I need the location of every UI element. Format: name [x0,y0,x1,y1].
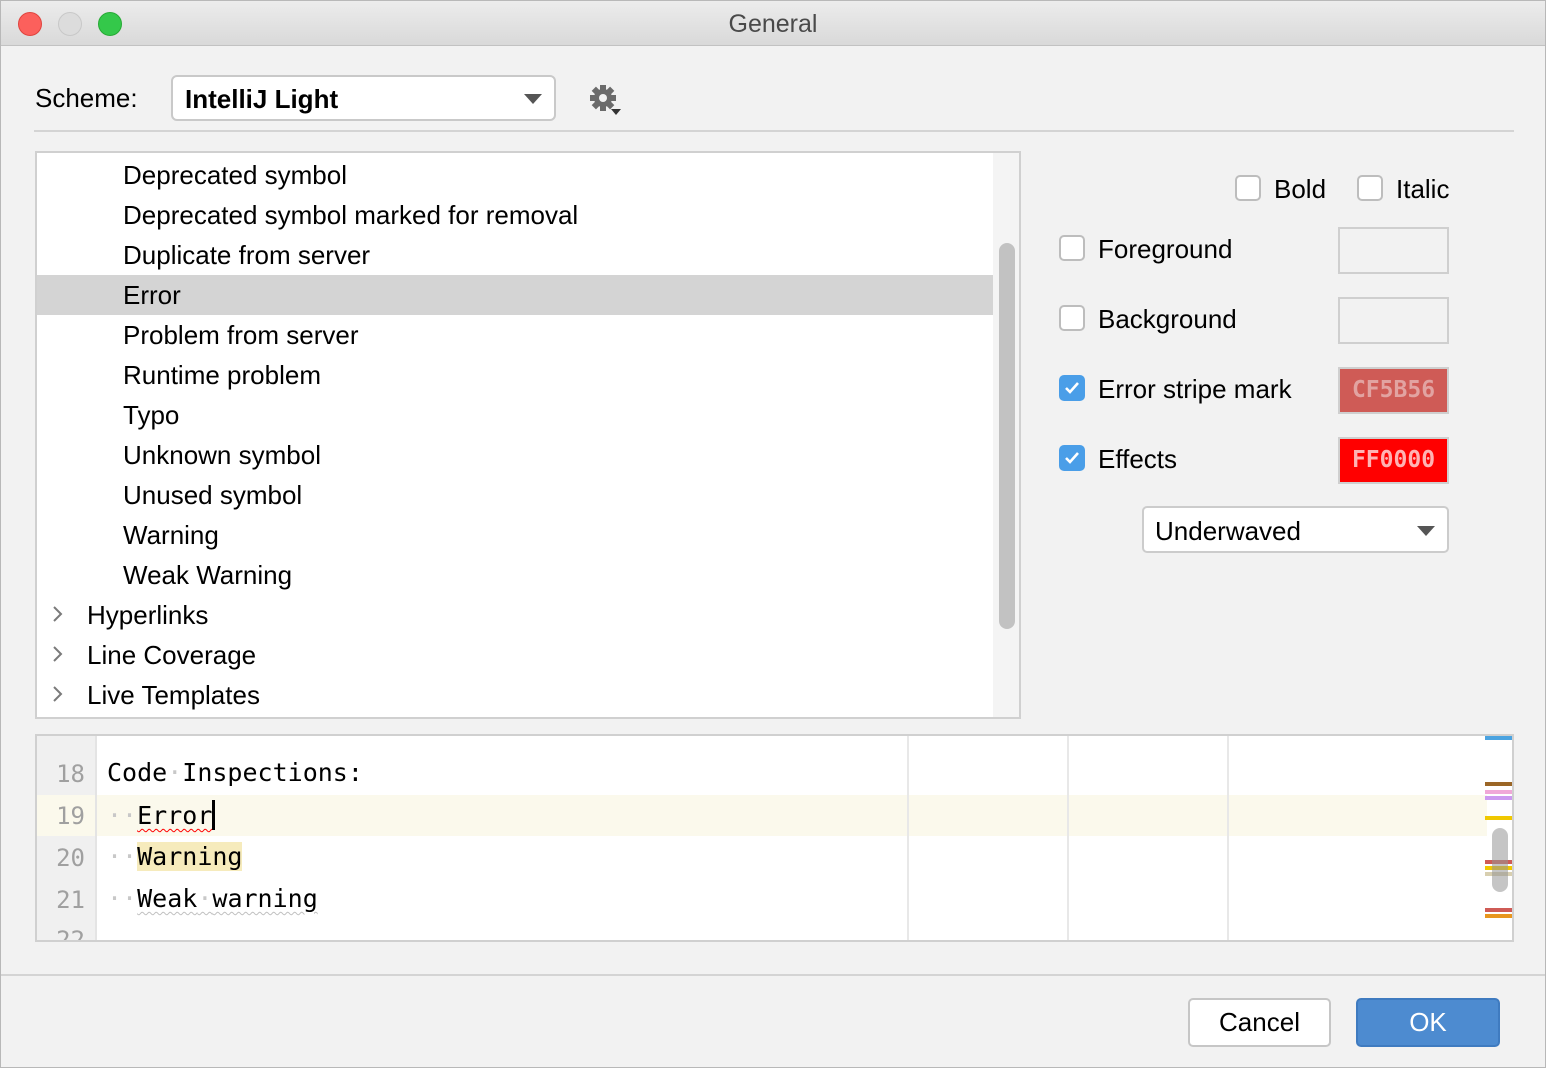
tree-item[interactable]: Typo [37,395,993,435]
scheme-label: Scheme: [35,83,138,113]
separator [1,974,1545,976]
code-line: Code·Inspections: [107,758,363,787]
checkmark-icon [1065,382,1079,394]
right-margin-guide [907,736,909,940]
error-stripe-marker[interactable] [1485,908,1512,912]
tree-item-label: Error [123,280,181,310]
effect-type-value: Underwaved [1155,516,1301,546]
scheme-dropdown-value: IntelliJ Light [185,84,339,114]
foreground-checkbox[interactable] [1059,235,1085,261]
effects-color-swatch[interactable]: FF0000 [1338,437,1449,484]
tree-scrollbar-thumb[interactable] [999,243,1015,629]
tree-item[interactable]: Deprecated symbol marked for removal [37,195,993,235]
ok-button[interactable]: OK [1356,998,1500,1047]
dialog-window: General Scheme: IntelliJ Light Deprecate… [0,0,1546,1068]
effect-type-dropdown[interactable]: Underwaved [1142,506,1449,553]
tree-item[interactable]: Duplicate from server [37,235,993,275]
weak-warning-token: Weak·warning [137,884,318,913]
preview-editor[interactable]: 17 18 19 20 21 22 Code·Inspections: ··Er… [35,734,1514,942]
chevron-down-icon [524,94,542,104]
error-stripe-marker[interactable] [1485,790,1512,794]
tree-item[interactable]: Weak Warning [37,555,993,595]
text-caret [212,800,216,830]
tree-item-label: Weak Warning [123,560,293,590]
window-title: General [728,10,818,38]
visual-guide [1067,736,1069,940]
foreground-label: Foreground [1098,234,1233,264]
effects-label: Effects [1098,444,1178,474]
code-line: ··Warning [107,842,243,871]
tree-item-label: Problem from server [123,320,359,350]
line-number: 20 [56,844,85,872]
tree-item-label: Live Templates [87,680,260,710]
italic-checkbox[interactable] [1357,175,1383,201]
checkmark-icon [1065,452,1079,464]
line-number: 17 [37,736,85,742]
tree-item-label: Runtime problem [123,360,321,390]
error-stripe-color-swatch[interactable]: CF5B56 [1338,367,1449,414]
tree-item[interactable]: Unused symbol [37,475,993,515]
background-color-swatch[interactable] [1338,297,1449,344]
foreground-color-swatch[interactable] [1338,227,1449,274]
cancel-button[interactable]: Cancel [1188,998,1331,1047]
tree-item[interactable]: Error [37,275,993,315]
error-stripe-marker[interactable] [1485,816,1512,820]
error-stripe-marker[interactable] [1485,914,1512,918]
line-number: 19 [56,802,85,830]
separator [34,130,1514,132]
tree-item-label: Duplicate from server [123,240,371,270]
tree-item[interactable]: Deprecated symbol [37,155,993,195]
error-stripe-marker[interactable] [1485,736,1512,740]
tree-item-label: Typo [123,400,180,430]
tree-item-label: Unused symbol [123,480,303,510]
error-stripe-label: Error stripe mark [1098,374,1292,404]
error-stripe-marker[interactable] [1485,796,1512,800]
code-line: ··Weak·warning [107,884,318,913]
line-number: 18 [56,760,85,788]
warning-token: Warning [137,842,243,871]
tree-item-label: Hyperlinks [87,600,209,630]
caret-line-highlight [37,795,1487,836]
italic-label: Italic [1396,174,1450,204]
tree-item-label: Warning [123,520,219,550]
title-bar: General [1,1,1545,46]
visual-guide [1227,736,1229,940]
line-number: 21 [56,886,85,914]
chevron-right-icon[interactable] [51,635,65,675]
chevron-right-icon[interactable] [51,675,65,715]
error-stripe-checkbox[interactable] [1059,375,1085,401]
background-checkbox[interactable] [1059,305,1085,331]
gear-icon[interactable] [588,83,624,119]
error-stripe-marker[interactable] [1485,782,1512,786]
tree-item-label: Deprecated symbol [123,160,347,190]
tree-item[interactable]: Live Templates [37,675,993,715]
editor-scrollbar-thumb[interactable] [1492,828,1508,892]
tree-item-label: Deprecated symbol marked for removal [123,200,579,230]
tree-item-label: Unknown symbol [123,440,321,470]
scheme-dropdown[interactable]: IntelliJ Light [171,75,556,121]
chevron-right-icon[interactable] [51,595,65,635]
tree-item[interactable]: Warning [37,515,993,555]
tree-item[interactable]: Hyperlinks [37,595,993,635]
effects-checkbox[interactable] [1059,445,1085,471]
background-label: Background [1098,304,1237,334]
chevron-down-icon [1417,526,1435,536]
tree-item[interactable]: Line Coverage [37,635,993,675]
tree-item[interactable]: Unknown symbol [37,435,993,475]
line-number: 22 [56,926,85,942]
bold-label: Bold [1274,174,1327,204]
error-token: Error [137,801,213,830]
tree-item[interactable]: Problem from server [37,315,993,355]
tree-item[interactable]: Runtime problem [37,355,993,395]
bold-checkbox[interactable] [1235,175,1261,201]
attribute-tree: Deprecated symbol Deprecated symbol marke… [35,151,1021,719]
code-line: ··Error [107,800,216,830]
tree-item-label: Line Coverage [87,640,257,670]
